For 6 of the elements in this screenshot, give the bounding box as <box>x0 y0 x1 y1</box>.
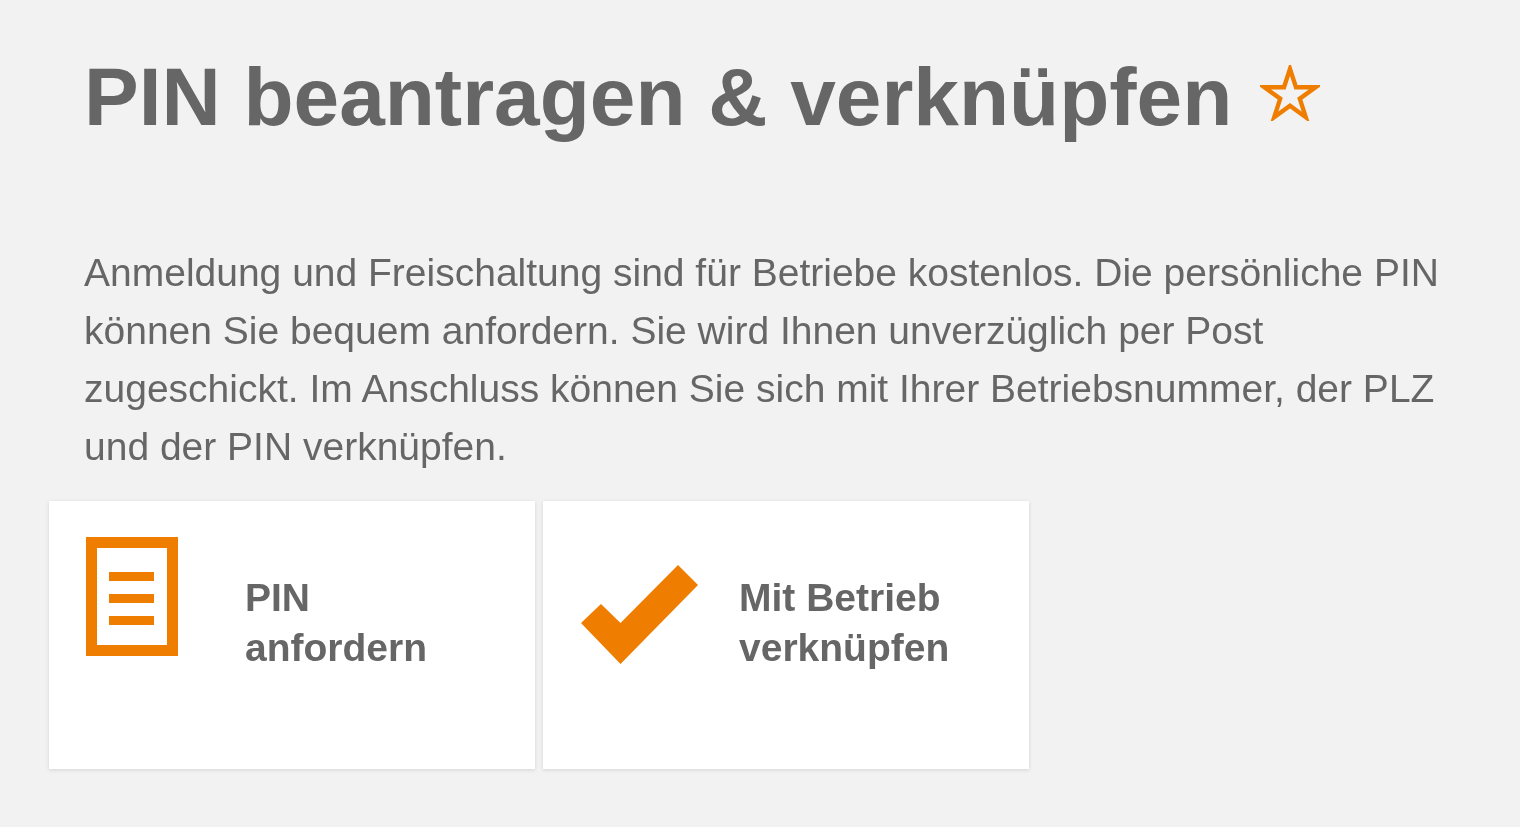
document-icon <box>86 537 178 656</box>
star-icon[interactable] <box>1260 65 1321 121</box>
checkmark-icon <box>581 565 698 664</box>
action-card[interactable]: Mit Betrieb verknüpfen <box>543 501 1029 769</box>
intro-text: Anmeldung und Freischaltung sind für Betriebe kostenlos. Die persönliche PIN können Sie bequem anfordern. Sie wird Ihnen unverzüglich per Post zugeschickt. Im Anschluss können Sie sich mit Ihrer Betriebsnummer, der PLZ und der PIN verknüpfen. <box>84 250 1440 470</box>
action-card[interactable]: PIN anfordern <box>49 501 535 769</box>
